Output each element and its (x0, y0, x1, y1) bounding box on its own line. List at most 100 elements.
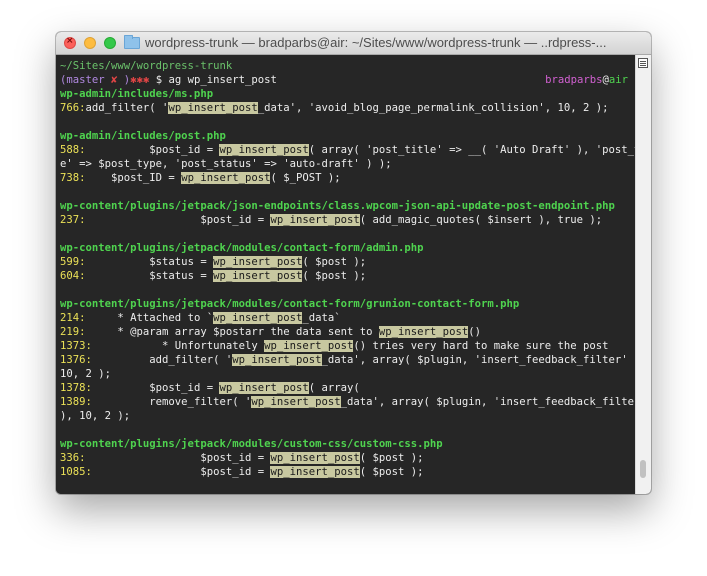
result-filename: wp-content/plugins/jetpack/modules/custo… (60, 438, 443, 450)
close-icon: × (66, 36, 74, 46)
zoom-button[interactable] (104, 37, 116, 49)
result-filename: wp-content/plugins/jetpack/modules/conta… (60, 242, 424, 254)
cwd-line: ~/Sites/www/wordpress-trunk (60, 59, 636, 73)
result-match-line: 1376: add_filter( 'wp_insert_post_data',… (60, 353, 647, 367)
line-number: 237: (60, 214, 86, 226)
match-highlight: wp_insert_post (270, 452, 360, 464)
line-number: 1389: (60, 396, 92, 408)
code-before-match: $post_id = (91, 382, 220, 394)
code-after-match: _data', 'avoid_blog_page_permalink_colli… (257, 102, 609, 114)
result-match-line: 1378: $post_id = wp_insert_post( array( (60, 381, 636, 395)
result-filename: wp-content/plugins/jetpack/modules/conta… (60, 298, 520, 310)
code-after-match: ( $post ); (302, 256, 367, 268)
match-highlight: wp_insert_post (213, 312, 303, 324)
line-number: 766: (60, 102, 86, 114)
scrollbar-menu-icon[interactable] (638, 58, 648, 68)
code-before-match: $post_ID = (85, 172, 182, 184)
terminal-output[interactable]: ~/Sites/www/wordpress-trunk (master ✘ )✱… (56, 55, 651, 494)
line-number: 1378: (60, 382, 92, 394)
result-filename: wp-admin/includes/ms.php (60, 88, 214, 100)
result-match-line: 336: $post_id = wp_insert_post( $post ); (60, 451, 636, 465)
code-before-match: add_filter( ' (85, 102, 169, 114)
code-before-match: $post_id = (85, 214, 271, 226)
git-branch-close: ) (117, 74, 131, 86)
match-highlight: wp_insert_post (213, 256, 303, 268)
result-match-line: 604: $status = wp_insert_post( $post ); (60, 269, 636, 283)
git-status-stars: ✱✱✱ (130, 74, 150, 86)
code-after-match: () tries very hard to make sure the post (353, 340, 609, 352)
match-highlight: wp_insert_post (251, 396, 341, 408)
code-before-match: $post_id = (91, 466, 271, 478)
code-before-match: * @param array $postarr the data sent to (85, 326, 379, 338)
match-highlight: wp_insert_post (270, 466, 360, 478)
result-file-line: wp-content/plugins/jetpack/modules/conta… (60, 241, 636, 255)
line-number: 599: (60, 256, 86, 268)
code-after-match: ( array( 'post_title' => __( 'Auto Draft… (308, 144, 651, 156)
line-number: 336: (60, 452, 86, 464)
code-before-match: * Attached to ` (85, 312, 214, 324)
result-match-line: 766:add_filter( 'wp_insert_post_data', '… (60, 101, 636, 115)
window-title: wordpress-trunk — bradparbs@air: ~/Sites… (145, 35, 607, 50)
result-match-line: 1085: $post_id = wp_insert_post( $post )… (60, 465, 636, 479)
code-before-match: $post_id = (85, 144, 220, 156)
code-text: 10, 2 ); (60, 368, 112, 380)
wrapped-code-line: 10, 2 ); (60, 367, 636, 381)
match-highlight: wp_insert_post (270, 214, 360, 226)
result-file-line: wp-admin/includes/post.php (60, 129, 636, 143)
match-highlight: wp_insert_post (264, 340, 354, 352)
code-after-match: _data', array( $plugin, 'insert_feedback… (340, 396, 647, 408)
minimize-button[interactable] (84, 37, 96, 49)
code-after-match: ( array( (308, 382, 360, 394)
terminal-window: × wordpress-trunk — bradparbs@air: ~/Sit… (56, 32, 651, 494)
scrollbar[interactable] (635, 55, 651, 494)
result-filename: wp-content/plugins/jetpack/json-endpoint… (60, 200, 615, 212)
git-branch-open: (master (60, 74, 112, 86)
result-match-line: 588: $post_id = wp_insert_post( array( '… (60, 143, 651, 157)
line-number: 219: (60, 326, 86, 338)
code-after-match: ( $post ); (359, 466, 424, 478)
command-text: ag wp_insert_post (168, 74, 277, 86)
result-match-line: 738: $post_ID = wp_insert_post( $_POST )… (60, 171, 636, 185)
result-match-line: 237: $post_id = wp_insert_post( add_magi… (60, 213, 636, 227)
result-filename: wp-admin/includes/post.php (60, 130, 226, 142)
search-results: wp-admin/includes/ms.php 766:add_filter( … (60, 87, 651, 479)
result-file-line: wp-admin/includes/ms.php (60, 87, 636, 101)
wrapped-code-line: e' => $post_type, 'post_status' => 'auto… (60, 157, 636, 171)
line-number: 214: (60, 312, 86, 324)
result-match-line: 219: * @param array $postarr the data se… (60, 325, 636, 339)
code-after-match: () (468, 326, 481, 338)
result-match-line: 1389: remove_filter( 'wp_insert_post_dat… (60, 395, 647, 409)
line-number: 1085: (60, 466, 92, 478)
match-highlight: wp_insert_post (213, 270, 303, 282)
wrapped-code-line: ), 10, 2 ); (60, 409, 636, 423)
code-before-match: $post_id = (85, 452, 271, 464)
match-highlight: wp_insert_post (181, 172, 271, 184)
current-directory: ~/Sites/www/wordpress-trunk (60, 60, 233, 72)
line-number: 1373: (60, 340, 92, 352)
close-button[interactable]: × (64, 36, 76, 49)
code-text: ), 10, 2 ); (60, 410, 131, 422)
match-highlight: wp_insert_post (219, 382, 309, 394)
code-before-match: $status = (85, 270, 214, 282)
code-after-match: _data', array( $plugin, 'insert_feedback… (321, 354, 647, 366)
scrollbar-thumb[interactable] (640, 460, 646, 478)
result-file-line: wp-content/plugins/jetpack/json-endpoint… (60, 199, 636, 213)
user-host: bradparbs@air (545, 73, 628, 87)
prompt-line: (master ✘ )✱✱✱ $ ag wp_insert_post bradpa… (60, 73, 636, 87)
match-highlight: wp_insert_post (232, 354, 322, 366)
code-after-match: _data` (302, 312, 341, 324)
result-match-line: 599: $status = wp_insert_post( $post ); (60, 255, 636, 269)
hostname: air (608, 74, 628, 86)
result-file-line: wp-content/plugins/jetpack/modules/custo… (60, 437, 636, 451)
line-number: 588: (60, 144, 86, 156)
code-before-match: * Unfortunately (91, 340, 265, 352)
code-after-match: ( $_POST ); (270, 172, 341, 184)
title-bar[interactable]: × wordpress-trunk — bradparbs@air: ~/Sit… (56, 32, 651, 55)
prompt-symbol: $ (149, 74, 169, 86)
line-number: 604: (60, 270, 86, 282)
